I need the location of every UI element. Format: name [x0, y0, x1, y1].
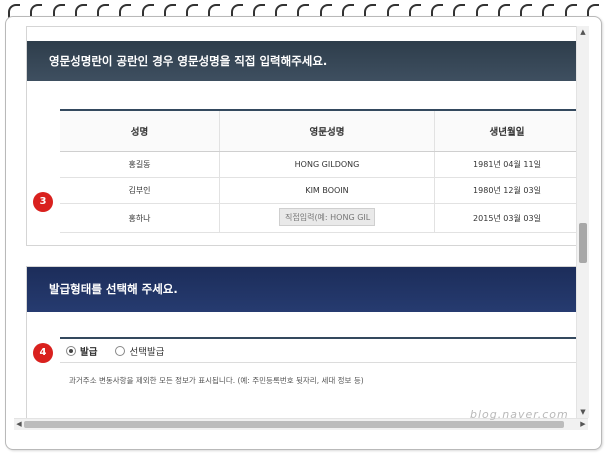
watermark: blog.naver.com — [470, 408, 569, 421]
scroll-right-arrow-icon[interactable]: ▶ — [578, 419, 588, 430]
name-table: 성명 영문성명 생년월일 홍길동 HONG GILDONG 1981년 04월 … — [60, 109, 576, 233]
section-title: 영문성명란이 공란인 경우 영문성명을 직접 입력해주세요. — [49, 54, 328, 68]
radio-empty-icon[interactable] — [115, 345, 126, 356]
cell-birthdate: 1981년 04월 11일 — [434, 151, 576, 178]
radio-label: 선택발급 — [129, 346, 165, 358]
scroll-down-arrow-icon[interactable]: ▼ — [577, 406, 589, 418]
english-name-input[interactable]: 직접입력(예: HONG GIL — [279, 208, 375, 226]
column-header-english-name: 영문성명 — [219, 109, 435, 152]
scroll-thumb[interactable] — [579, 223, 587, 263]
section-banner: 영문성명란이 공란인 경우 영문성명을 직접 입력해주세요. — [27, 41, 576, 81]
cell-name: 홍하나 — [60, 203, 220, 233]
cell-english-name: KIM BOOIN — [219, 177, 435, 204]
column-header-name: 성명 — [60, 109, 220, 152]
vertical-scrollbar[interactable]: ▲ ▼ — [576, 26, 589, 418]
cell-name: 김부인 — [60, 177, 220, 204]
table-row: 김부인 KIM BOOIN 1980년 12월 03일 — [60, 177, 576, 204]
issue-type-options: 발급 선택발급 — [60, 337, 576, 363]
cell-name: 홍길동 — [60, 151, 220, 178]
cell-birthdate: 1980년 12월 03일 — [434, 177, 576, 204]
radio-option-issue[interactable]: 발급 — [66, 344, 97, 358]
column-header-birthdate: 생년월일 — [434, 109, 576, 152]
issue-note: 과거주소 변동사항을 제외한 모든 정보가 표시됩니다. (예: 주민등록번호 … — [69, 376, 364, 385]
table-row: 홍하나 직접입력(예: HONG GIL 2015년 03월 03일 — [60, 203, 576, 233]
cell-english-input: 직접입력(예: HONG GIL — [219, 203, 435, 233]
issue-type-section: 발급형태를 선택해 주세요. 발급 선택발급 과거주소 변동사항을 제외한 모든… — [26, 266, 576, 418]
radio-selected-icon[interactable] — [66, 345, 76, 356]
page-viewport: 영문성명란이 공란인 경우 영문성명을 직접 입력해주세요. 성명 영문성명 생… — [14, 26, 576, 418]
cell-birthdate: 2015년 03월 03일 — [434, 203, 576, 233]
scroll-left-arrow-icon[interactable]: ◀ — [14, 419, 24, 430]
english-name-section: 영문성명란이 공란인 경우 영문성명을 직접 입력해주세요. 성명 영문성명 생… — [26, 26, 576, 246]
radio-option-selective-issue[interactable]: 선택발급 — [115, 344, 164, 358]
step-badge-3: 3 — [33, 192, 53, 212]
cell-english-name: HONG GILDONG — [219, 151, 435, 178]
scroll-up-arrow-icon[interactable]: ▲ — [577, 26, 589, 38]
section-title: 발급형태를 선택해 주세요. — [49, 282, 178, 296]
table-header-row: 성명 영문성명 생년월일 — [60, 109, 576, 152]
table-row: 홍길동 HONG GILDONG 1981년 04월 11일 — [60, 151, 576, 178]
step-badge-4: 4 — [33, 343, 53, 363]
radio-label: 발급 — [80, 346, 98, 358]
scroll-thumb[interactable] — [24, 421, 564, 428]
section-banner: 발급형태를 선택해 주세요. — [27, 267, 576, 312]
